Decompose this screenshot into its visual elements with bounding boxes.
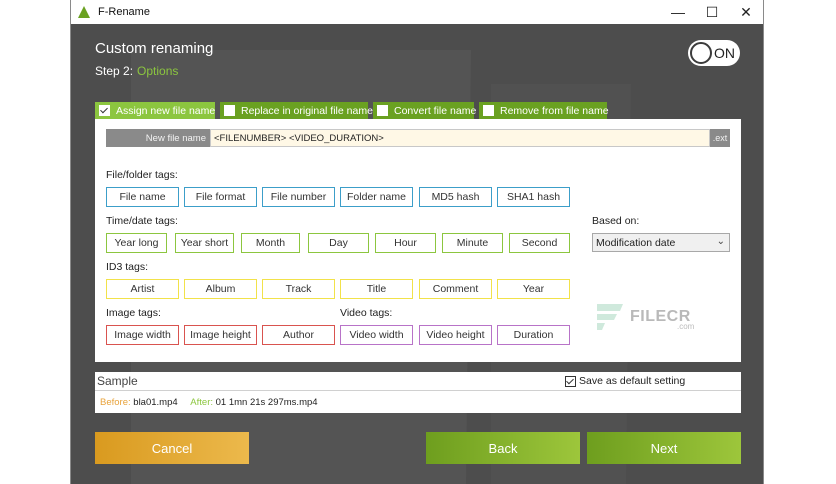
minimize-button[interactable]: — xyxy=(661,0,695,24)
close-button[interactable]: ✕ xyxy=(729,0,763,24)
tag-comment[interactable]: Comment xyxy=(419,279,492,299)
based-on-label: Based on: xyxy=(592,215,640,227)
tag-image-width[interactable]: Image width xyxy=(106,325,179,345)
tab-replace-in-original[interactable]: Replace in original file name xyxy=(220,102,373,119)
new-file-name-row: New file name <FILENUMBER> <VIDEO_DURATI… xyxy=(106,129,730,147)
toggle-label: ON xyxy=(714,45,735,61)
filecr-watermark: FILECR .com xyxy=(593,300,695,334)
image-tags-label: Image tags: xyxy=(106,307,161,319)
new-file-name-input[interactable]: <FILENUMBER> <VIDEO_DURATION> xyxy=(210,129,710,147)
sample-header: Sample Save as default setting xyxy=(95,372,741,391)
tag-year-short[interactable]: Year short xyxy=(175,233,234,253)
title-bar: F-Rename — ☐ ✕ xyxy=(71,0,763,24)
sample-title: Sample xyxy=(97,374,138,388)
step-label: Step 2: xyxy=(95,64,134,78)
on-off-toggle[interactable]: ON xyxy=(688,40,740,66)
tag-sha1-hash[interactable]: SHA1 hash xyxy=(497,187,570,207)
tag-day[interactable]: Day xyxy=(308,233,369,253)
window-title: F-Rename xyxy=(98,6,150,18)
file-folder-tags-label: File/folder tags: xyxy=(106,169,178,181)
tag-month[interactable]: Month xyxy=(241,233,300,253)
checkbox-icon[interactable] xyxy=(99,105,110,116)
tag-video-height[interactable]: Video height xyxy=(419,325,492,345)
tag-artist[interactable]: Artist xyxy=(106,279,179,299)
tab-remove-from-file-name[interactable]: Remove from file name xyxy=(479,102,609,119)
new-file-name-label: New file name xyxy=(106,129,210,147)
after-value: 01 1mn 21s 297ms.mp4 xyxy=(215,397,318,408)
before-label: Before: xyxy=(100,397,131,408)
save-default-checkbox[interactable]: Save as default setting xyxy=(565,375,685,387)
tag-year-long[interactable]: Year long xyxy=(106,233,167,253)
tab-assign-new-file-name[interactable]: Assign new file name xyxy=(95,102,215,119)
tag-file-name[interactable]: File name xyxy=(106,187,179,207)
tag-hour[interactable]: Hour xyxy=(375,233,436,253)
tab-convert-file-name[interactable]: Convert file name xyxy=(373,102,477,119)
tab-label: Convert file name xyxy=(394,104,477,117)
tag-year[interactable]: Year xyxy=(497,279,570,299)
checkbox-icon[interactable] xyxy=(565,375,576,387)
tag-video-width[interactable]: Video width xyxy=(340,325,413,345)
tag-file-format[interactable]: File format xyxy=(184,187,257,207)
extension-field[interactable]: .ext xyxy=(710,129,730,147)
chevron-down-icon: ⌄ xyxy=(716,236,725,247)
based-on-value: Modification date xyxy=(596,236,676,249)
tag-minute[interactable]: Minute xyxy=(442,233,503,253)
video-tags-label: Video tags: xyxy=(340,307,393,319)
tab-label: Assign new file name xyxy=(116,104,216,117)
tag-track[interactable]: Track xyxy=(262,279,335,299)
app-window: F-Rename — ☐ ✕ Custom renaming Step 2: Op… xyxy=(71,0,763,484)
tag-folder-name[interactable]: Folder name xyxy=(340,187,413,207)
after-label: After: xyxy=(190,397,213,408)
tab-label: Replace in original file name xyxy=(241,104,373,117)
watermark-sub: .com xyxy=(677,322,695,331)
tag-md5-hash[interactable]: MD5 hash xyxy=(419,187,492,207)
sample-panel: Sample Save as default setting Before: b… xyxy=(95,372,741,413)
tag-title[interactable]: Title xyxy=(340,279,413,299)
toggle-knob xyxy=(690,42,712,64)
page-title: Custom renaming xyxy=(95,40,214,57)
step-indicator: Step 2: Options xyxy=(95,64,178,78)
based-on-select[interactable]: Modification date ⌄ xyxy=(592,233,730,252)
filecr-logo-icon xyxy=(597,304,623,330)
tag-second[interactable]: Second xyxy=(509,233,570,253)
tag-author[interactable]: Author xyxy=(262,325,335,345)
tag-file-number[interactable]: File number xyxy=(262,187,335,207)
id3-tags-label: ID3 tags: xyxy=(106,261,149,273)
maximize-button[interactable]: ☐ xyxy=(695,0,729,24)
checkbox-icon[interactable] xyxy=(483,105,494,116)
before-value: bla01.mp4 xyxy=(133,397,178,408)
options-panel: New file name <FILENUMBER> <VIDEO_DURATI… xyxy=(95,119,741,362)
sample-preview: Before: bla01.mp4 After: 01 1mn 21s 297m… xyxy=(100,397,318,408)
tag-duration[interactable]: Duration xyxy=(497,325,570,345)
next-button[interactable]: Next xyxy=(587,432,741,464)
cancel-button[interactable]: Cancel xyxy=(95,432,249,464)
app-logo-icon xyxy=(78,6,90,18)
tab-label: Remove from file name xyxy=(500,104,609,117)
checkbox-icon[interactable] xyxy=(377,105,388,116)
time-date-tags-label: Time/date tags: xyxy=(106,215,178,227)
checkbox-icon[interactable] xyxy=(224,105,235,116)
back-button[interactable]: Back xyxy=(426,432,580,464)
mode-tabs: Assign new file name Replace in original… xyxy=(95,102,609,119)
save-default-label: Save as default setting xyxy=(579,375,686,387)
tag-album[interactable]: Album xyxy=(184,279,257,299)
tag-image-height[interactable]: Image height xyxy=(184,325,257,345)
step-name: Options xyxy=(137,64,179,78)
